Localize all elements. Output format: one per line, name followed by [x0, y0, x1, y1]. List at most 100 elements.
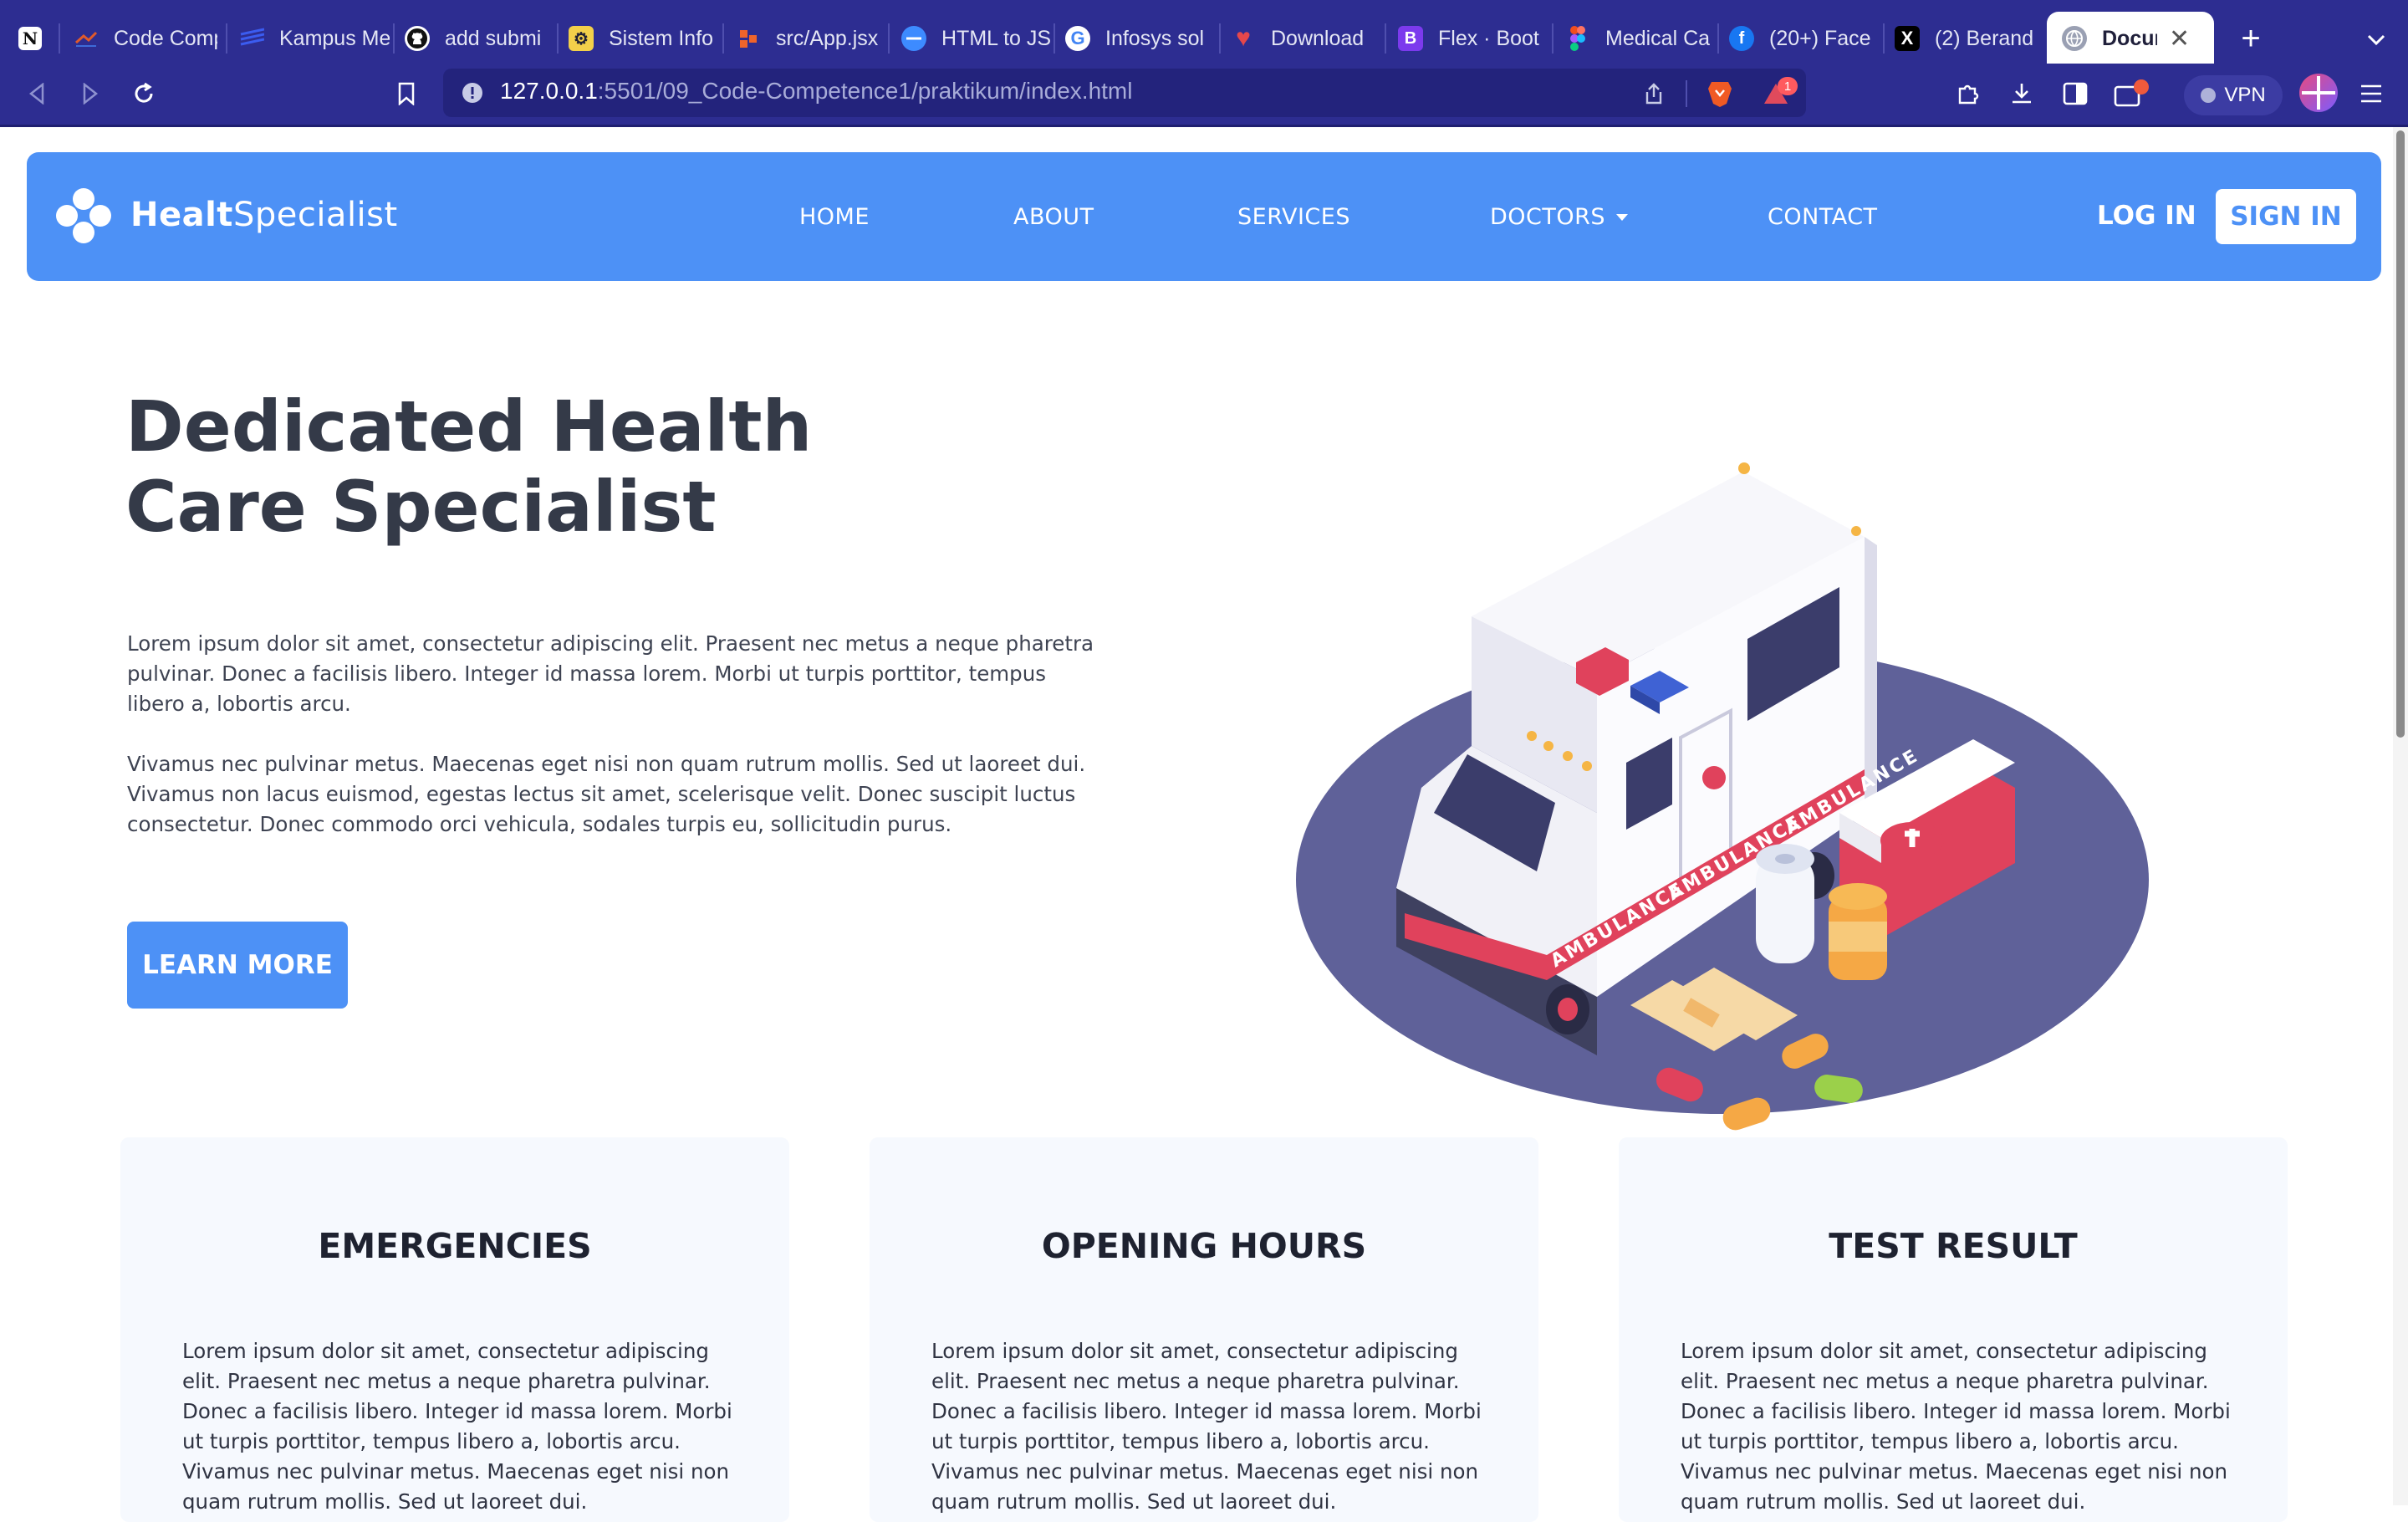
tab-x-beranda[interactable]: X (2) Berand [1895, 12, 2038, 65]
tab-github[interactable]: add submi [405, 12, 555, 65]
nav-link-doctors-label: DOCTORS [1490, 204, 1606, 230]
tab-divider [1219, 23, 1221, 54]
nav-link-services[interactable]: SERVICES [1237, 204, 1350, 230]
url-text[interactable]: 127.0.0.1:5501/09_Code-Competence1/prakt… [500, 78, 1132, 105]
tab-divider [226, 23, 227, 54]
tab-document-active[interactable]: Docum ✕ [2062, 12, 2204, 65]
tab-close-icon[interactable]: ✕ [2169, 24, 2190, 54]
tab-html-to-js[interactable]: HTML to JS [901, 12, 1052, 65]
ambulance-illustration: AMBULANCE AMBULANCE AMBULANCE [1296, 462, 2149, 1131]
wallet-icon[interactable] [2110, 75, 2152, 112]
url-divider [1686, 80, 1687, 107]
tab-title: Kampus Me [279, 26, 390, 50]
brand-name-bold: Healt [130, 196, 233, 234]
tab-sistem-info[interactable]: ⚙ Sistem Info [569, 12, 719, 65]
back-arrow-icon[interactable] [22, 77, 52, 110]
code-competence-icon [74, 26, 99, 51]
sidebar-toggle-icon[interactable] [2059, 77, 2092, 110]
url-path: :5501/09_Code-Competence1/praktikum/inde… [597, 78, 1133, 104]
card-title: OPENING HOURS [1041, 1226, 1367, 1266]
vpn-status-icon [2201, 88, 2217, 103]
extensions-puzzle-icon[interactable] [1951, 77, 1985, 110]
google-icon: G [1065, 26, 1090, 51]
tab-divider [1552, 23, 1553, 54]
reload-icon[interactable] [127, 77, 161, 110]
brave-rewards-icon[interactable]: 1 [1759, 77, 1798, 110]
nav-link-home[interactable]: HOME [799, 204, 870, 230]
vpn-button[interactable]: VPN [2184, 75, 2283, 115]
brand-name[interactable]: HealtSpecialist [130, 196, 398, 234]
bookmark-icon[interactable] [390, 77, 423, 110]
card-opening-hours: OPENING HOURS Lorem ipsum dolor sit amet… [870, 1137, 1538, 1522]
signin-button[interactable]: SIGN IN [2216, 189, 2356, 244]
notion-icon: N [18, 27, 42, 50]
globe-icon [2062, 26, 2087, 51]
caret-down-icon [1616, 213, 1629, 221]
tab-list-chevron-icon[interactable] [2360, 23, 2393, 57]
brand-name-light: Specialist [232, 196, 398, 234]
vpn-label: VPN [2224, 84, 2266, 106]
menu-hamburger-icon[interactable] [2354, 77, 2388, 110]
tab-title: Medical Ca [1605, 26, 1711, 50]
converter-icon [901, 26, 926, 51]
new-tab-plus-icon[interactable]: + [2234, 20, 2268, 57]
tab-divider [1054, 23, 1055, 54]
share-icon[interactable] [1639, 79, 1669, 109]
tab-download[interactable]: ♥ Download [1231, 12, 1381, 65]
tab-title: HTML to JS [941, 26, 1052, 50]
tab-divider [722, 23, 724, 54]
card-text: Lorem ipsum dolor sit amet, consectetur … [1681, 1339, 2231, 1514]
site-navbar: HealtSpecialist HOME ABOUT SERVICES DOCT… [27, 152, 2381, 281]
tab-title: Flex · Boot [1438, 26, 1539, 50]
downloads-icon[interactable] [2005, 77, 2038, 110]
tab-title: Sistem Info [609, 26, 714, 50]
heart-icon: ♥ [1236, 24, 1251, 52]
login-button[interactable]: LOG IN [2097, 201, 2196, 231]
url-host: 127.0.0.1 [500, 78, 598, 104]
tab-divider [557, 23, 559, 54]
kampus-merdeka-icon [239, 26, 264, 51]
figma-icon [1565, 26, 1590, 51]
tab-divider [1883, 23, 1885, 54]
tab-bootstrap-flex[interactable]: B Flex · Boot [1398, 12, 1548, 65]
card-text: Lorem ipsum dolor sit amet, consectetur … [182, 1339, 732, 1514]
tab-gitlab-app[interactable]: src/App.jsx [736, 12, 886, 65]
facebook-icon: f [1729, 26, 1754, 51]
tab-title: Download [1271, 26, 1365, 50]
card-emergencies: EMERGENCIES Lorem ipsum dolor sit amet, … [120, 1137, 789, 1522]
tab-kampus-merdeka[interactable]: Kampus Me [239, 12, 390, 65]
tab-infosys[interactable]: G Infosys sol [1065, 12, 1216, 65]
tab-divider [59, 23, 60, 54]
tab-title: Code Comp [114, 26, 217, 50]
card-text: Lorem ipsum dolor sit amet, consectetur … [931, 1339, 1482, 1514]
card-title: EMERGENCIES [318, 1226, 592, 1266]
tab-divider [1717, 23, 1719, 54]
brave-shields-icon[interactable] [1704, 77, 1736, 110]
tab-title: (2) Berand [1935, 26, 2034, 50]
university-icon: ⚙ [569, 26, 594, 51]
rewards-badge: 1 [1778, 77, 1798, 95]
site-info-icon[interactable] [460, 80, 485, 105]
hero-title: Dedicated Health Care Specialist [125, 386, 962, 547]
bootstrap-icon: B [1398, 26, 1423, 51]
tab-notion[interactable]: N [18, 12, 47, 65]
scrollbar-thumb[interactable] [2396, 130, 2405, 738]
github-icon [405, 26, 430, 51]
forward-arrow-icon[interactable] [75, 77, 105, 110]
hero-title-line-2: Care Specialist [125, 466, 717, 548]
profile-avatar[interactable] [2299, 74, 2338, 112]
learn-more-button[interactable]: LEARN MORE [127, 922, 348, 1009]
hero-paragraph-2: Vivamus nec pulvinar metus. Maecenas ege… [127, 752, 1086, 836]
tab-divider [393, 23, 395, 54]
tab-title: (20+) Face [1769, 26, 1871, 50]
tab-medical-figma[interactable]: Medical Ca [1565, 12, 1716, 65]
gitlab-icon [736, 26, 761, 51]
tab-facebook[interactable]: f (20+) Face [1729, 12, 1880, 65]
tab-title: add submi [445, 26, 542, 50]
tab-code-competence[interactable]: Code Comp [74, 12, 217, 65]
tab-title: Docum [2102, 26, 2157, 50]
nav-link-contact[interactable]: CONTACT [1768, 204, 1878, 230]
nav-link-about[interactable]: ABOUT [1013, 204, 1094, 230]
nav-link-doctors-dropdown[interactable]: DOCTORS [1490, 204, 1629, 230]
hero-title-line-1: Dedicated Health [125, 386, 813, 467]
